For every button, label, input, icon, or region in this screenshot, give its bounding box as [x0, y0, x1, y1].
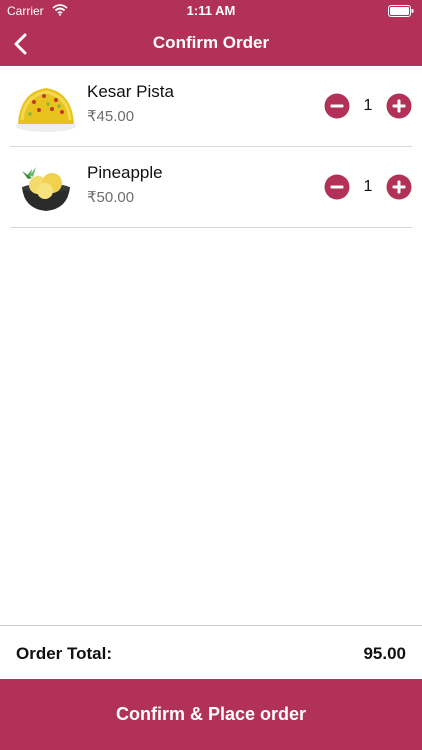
order-item-list: Kesar Pista ₹45.00 1 Pineapple ₹50.00 1 — [0, 66, 422, 228]
minus-circle-icon — [324, 93, 350, 119]
order-item: Pineapple ₹50.00 1 — [10, 147, 412, 228]
decrease-quantity-button[interactable] — [324, 174, 350, 200]
page-title: Confirm Order — [152, 33, 270, 52]
item-name: Kesar Pista — [87, 82, 174, 101]
decrease-quantity-button[interactable] — [324, 93, 350, 119]
quantity-stepper: 1 — [324, 93, 412, 119]
item-price: ₹50.00 — [87, 189, 135, 206]
order-total-label: Order Total: — [16, 644, 113, 663]
status-bar: Carrier 1:11 AM — [0, 0, 422, 22]
pineapple-image — [14, 161, 78, 215]
plus-circle-icon — [386, 174, 412, 200]
quantity-value: 1 — [363, 97, 373, 114]
order-total-value: 95.00 — [363, 644, 406, 663]
confirm-order-screen: Carrier 1:11 AM Confirm Order Kesar Pist… — [0, 0, 422, 750]
confirm-place-order-button[interactable]: Confirm & Place order — [0, 679, 422, 750]
increase-quantity-button[interactable] — [386, 93, 412, 119]
header: Carrier 1:11 AM Confirm Order — [0, 0, 422, 66]
order-item: Kesar Pista ₹45.00 1 — [10, 66, 412, 147]
increase-quantity-button[interactable] — [386, 174, 412, 200]
minus-circle-icon — [324, 174, 350, 200]
item-price: ₹45.00 — [87, 108, 135, 125]
plus-circle-icon — [386, 93, 412, 119]
kesar-pista-image — [14, 80, 78, 134]
item-name: Pineapple — [87, 163, 163, 182]
battery-icon — [388, 5, 414, 17]
order-total-bar: Order Total: 95.00 — [0, 625, 422, 679]
nav-bar: Confirm Order — [0, 22, 422, 66]
quantity-value: 1 — [363, 178, 373, 195]
status-time: 1:11 AM — [186, 3, 236, 18]
quantity-stepper: 1 — [324, 174, 412, 200]
